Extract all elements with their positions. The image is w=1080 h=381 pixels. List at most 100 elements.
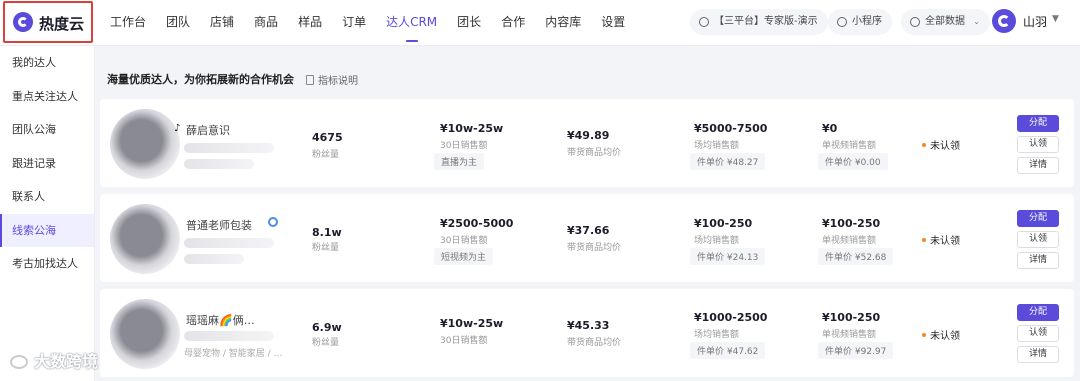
sidebar-item-follow-up[interactable]: 跟进记录	[0, 147, 94, 181]
followers-value: 6.9w	[312, 321, 342, 334]
brand-logo[interactable]: 热度云	[3, 1, 93, 43]
avatar	[110, 109, 180, 179]
influencer-row[interactable]: ♪ 薛启意识 4675 粉丝量 ¥10w-25w 30日销售额 直播为主 ¥49…	[100, 99, 1074, 187]
nav-product[interactable]: 商品	[244, 0, 288, 46]
sidebar-item-contacts[interactable]: 联系人	[0, 180, 94, 214]
video-sales-value: ¥100-250	[822, 311, 881, 324]
caret-down-icon: ▼	[1052, 14, 1059, 24]
live-unit-price: 件单价 ¥48.27	[690, 153, 766, 170]
blurred-info	[184, 331, 274, 341]
nav-influencer-crm[interactable]: 达人CRM	[376, 0, 447, 46]
assign-button[interactable]: 分配	[1017, 210, 1059, 227]
nav-settings[interactable]: 设置	[591, 0, 635, 46]
video-sales-label: 单视频销售额	[822, 330, 877, 340]
claim-button[interactable]: 认领	[1017, 231, 1059, 248]
avatar	[110, 299, 180, 369]
plan-selector[interactable]: 【三平台】专家版-演示	[690, 9, 828, 35]
nav-content-library[interactable]: 内容库	[535, 0, 591, 46]
avg-price-value: ¥49.89	[567, 129, 610, 142]
live-sales-value: ¥100-250	[694, 217, 753, 230]
sidebar-item-key-focus[interactable]: 重点关注达人	[0, 80, 94, 114]
sidebar-item-archaeology[interactable]: 考古加找达人	[0, 247, 94, 281]
nav-group-leader[interactable]: 团长	[447, 0, 491, 46]
avg-price-value: ¥45.33	[567, 319, 610, 332]
influencer-name[interactable]: 瑶瑶麻🌈俩…	[186, 312, 255, 328]
claim-button[interactable]: 认领	[1017, 136, 1059, 153]
diamond-icon	[699, 17, 709, 27]
user-name: 山羽	[1023, 15, 1048, 29]
sales-30d-value: ¥2500-5000	[440, 217, 514, 230]
video-sales-label: 单视频销售额	[822, 236, 877, 246]
claim-status-badge: 未认领	[922, 327, 960, 342]
influencer-name[interactable]: 薛启意识	[186, 122, 230, 138]
data-scope-label: 全部数据	[925, 16, 965, 27]
category-tags: 母婴宠物 / 智能家居 / …	[184, 349, 283, 359]
document-icon	[306, 75, 314, 85]
followers-value: 4675	[312, 131, 343, 144]
blurred-info	[184, 143, 274, 153]
nav-cooperation[interactable]: 合作	[491, 0, 535, 46]
mini-program-label: 小程序	[852, 16, 882, 27]
nav-store[interactable]: 店铺	[200, 0, 244, 46]
live-unit-price: 件单价 ¥24.13	[690, 248, 766, 265]
live-sales-label: 场均销售额	[694, 330, 740, 340]
mini-program-button[interactable]: 小程序	[828, 9, 892, 35]
assign-button[interactable]: 分配	[1017, 115, 1059, 132]
influencer-name[interactable]: 普通老师包装	[186, 217, 252, 233]
page-title: 海量优质达人，为你拓展新的合作机会	[107, 73, 294, 86]
claim-button[interactable]: 认领	[1017, 325, 1059, 342]
blurred-info	[184, 238, 274, 248]
nav-team[interactable]: 团队	[156, 0, 200, 46]
video-sales-value: ¥100-250	[822, 217, 881, 230]
followers-label: 粉丝量	[312, 243, 340, 253]
influencer-row[interactable]: 瑶瑶麻🌈俩… 母婴宠物 / 智能家居 / … 6.9w 粉丝量 ¥10w-25w…	[100, 289, 1074, 377]
data-scope-dropdown[interactable]: 全部数据 ⌄	[901, 9, 990, 35]
live-sales-value: ¥1000-2500	[694, 311, 768, 324]
chevron-down-icon: ⌄	[973, 17, 980, 26]
blurred-info	[184, 159, 254, 169]
nav-sample[interactable]: 样品	[288, 0, 332, 46]
claim-status-badge: 未认领	[922, 137, 960, 152]
sidebar: 我的达人 重点关注达人 团队公海 跟进记录 联系人 线索公海 考古加找达人	[0, 46, 95, 381]
brand-name: 热度云	[39, 15, 85, 33]
live-sales-value: ¥5000-7500	[694, 122, 768, 135]
video-unit-price: 件单价 ¥52.68	[818, 248, 894, 265]
watermark-text: 大数跨境	[34, 352, 99, 371]
avg-price-label: 带货商品均价	[567, 243, 622, 253]
influencer-row[interactable]: 普通老师包装 8.1w 粉丝量 ¥2500-5000 30日销售额 短视频为主 …	[100, 194, 1074, 282]
brand-mark-icon	[13, 12, 33, 32]
followers-value: 8.1w	[312, 226, 342, 239]
detail-button[interactable]: 详情	[1017, 157, 1059, 174]
metric-info-label: 指标说明	[318, 76, 358, 87]
plan-label: 【三平台】专家版-演示	[714, 16, 818, 27]
avg-price-value: ¥37.66	[567, 224, 610, 237]
blurred-info	[184, 254, 244, 264]
metric-info-link[interactable]: 指标说明	[306, 72, 358, 87]
mini-program-icon	[837, 17, 847, 27]
avatar	[110, 204, 180, 274]
sidebar-item-lead-pool[interactable]: 线索公海	[0, 213, 94, 247]
sales-30d-value: ¥10w-25w	[440, 317, 504, 330]
sidebar-item-my-influencers[interactable]: 我的达人	[0, 46, 94, 80]
live-sales-label: 场均销售额	[694, 141, 740, 151]
top-nav-bar: 热度云 工作台 团队 店铺 商品 样品 订单 达人CRM 团长 合作 内容库 设…	[0, 0, 1080, 46]
detail-button[interactable]: 详情	[1017, 252, 1059, 269]
avg-price-label: 带货商品均价	[567, 338, 622, 348]
sidebar-item-team-pool[interactable]: 团队公海	[0, 113, 94, 147]
watermark: 大数跨境	[10, 348, 98, 372]
sales-30d-label: 30日销售额	[440, 236, 488, 246]
watermark-logo-icon	[10, 355, 28, 369]
claim-status-badge: 未认领	[922, 232, 960, 247]
followers-label: 粉丝量	[312, 338, 340, 348]
live-sales-label: 场均销售额	[694, 236, 740, 246]
sales-mode-tag: 短视频为主	[434, 248, 494, 265]
live-unit-price: 件单价 ¥47.62	[690, 342, 766, 359]
detail-button[interactable]: 详情	[1017, 346, 1059, 363]
video-sales-label: 单视频销售额	[822, 141, 877, 151]
video-sales-value: ¥0	[822, 122, 838, 135]
sales-30d-label: 30日销售额	[440, 336, 488, 346]
nav-workbench[interactable]: 工作台	[100, 0, 156, 46]
sales-30d-value: ¥10w-25w	[440, 122, 504, 135]
assign-button[interactable]: 分配	[1017, 304, 1059, 321]
nav-order[interactable]: 订单	[332, 0, 376, 46]
